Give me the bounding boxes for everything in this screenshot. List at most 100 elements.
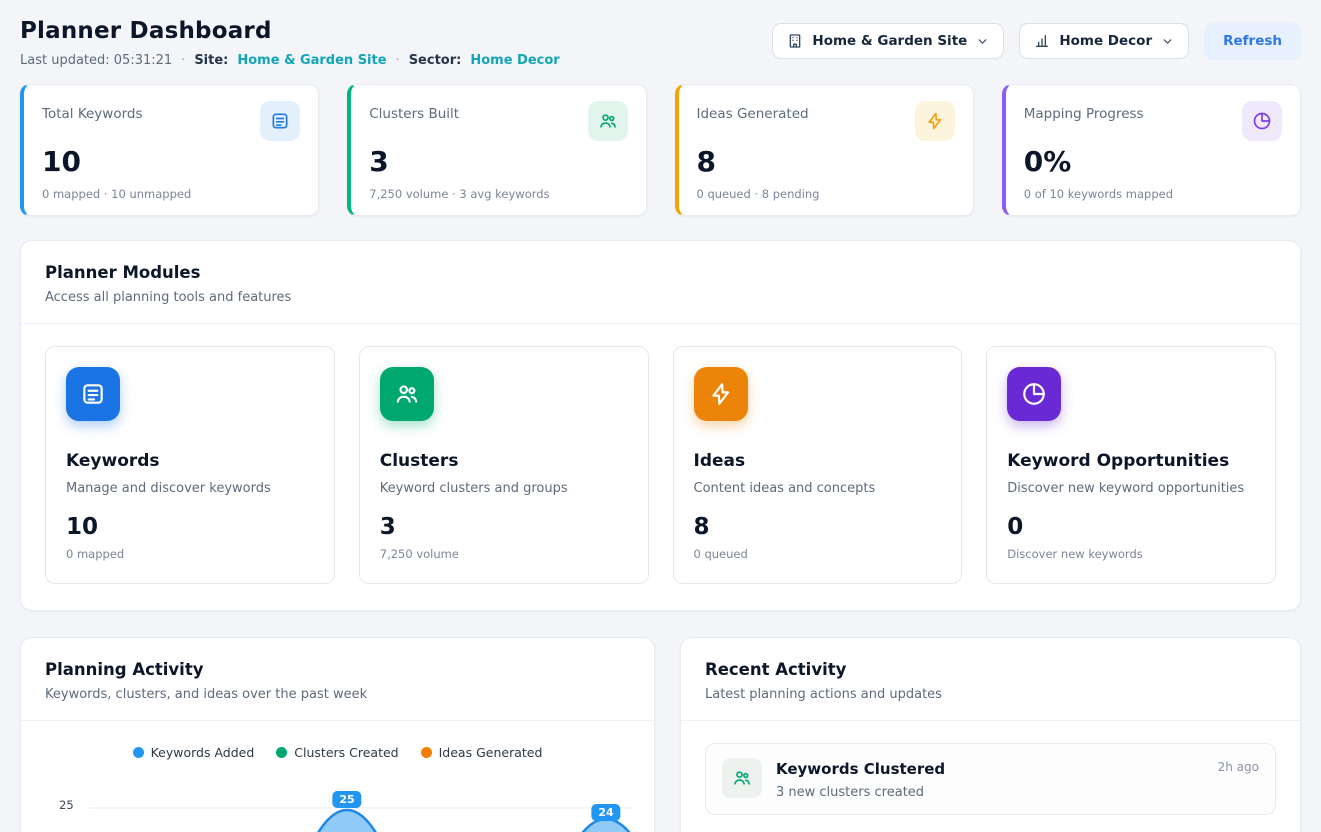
stat-card-ideas-generated: Ideas Generated 8 0 queued · 8 pending (675, 84, 974, 216)
module-detail: 0 queued (694, 547, 942, 561)
users-icon (588, 101, 628, 141)
modules-grid: Keywords Manage and discover keywords 10… (21, 324, 1300, 584)
activity-description: 3 new clusters created (776, 785, 945, 800)
module-detail: Discover new keywords (1007, 547, 1255, 561)
header-meta: Last updated: 05:31:21 · Site: Home & Ga… (20, 53, 560, 68)
stat-detail: 0 mapped · 10 unmapped (42, 187, 300, 201)
stat-detail: 7,250 volume · 3 avg keywords (369, 187, 627, 201)
y-axis-tick-label: 25 (59, 798, 74, 812)
panel-title: Planning Activity (45, 660, 630, 679)
planning-activity-chart: 25 25 24 (45, 778, 630, 832)
stat-value: 8 (697, 145, 955, 178)
stats-row: Total Keywords 10 0 mapped · 10 unmapped… (20, 84, 1301, 216)
recent-activity-header: Recent Activity Latest planning actions … (681, 638, 1300, 721)
data-point-label: 25 (332, 791, 361, 808)
section-subtitle: Access all planning tools and features (45, 290, 1276, 305)
module-description: Content ideas and concepts (694, 481, 942, 496)
module-card-ideas[interactable]: Ideas Content ideas and concepts 8 0 que… (673, 346, 963, 584)
legend-dot-orange (421, 747, 432, 758)
stat-card-mapping-progress: Mapping Progress 0% 0 of 10 keywords map… (1002, 84, 1301, 216)
stat-label: Total Keywords (42, 106, 143, 122)
sector-selector-dropdown[interactable]: Home Decor (1019, 23, 1189, 59)
panel-subtitle: Keywords, clusters, and ideas over the p… (45, 687, 630, 702)
bolt-icon (694, 367, 748, 421)
module-title: Clusters (380, 451, 628, 471)
module-detail: 0 mapped (66, 547, 314, 561)
chart-legend: Keywords Added Clusters Created Ideas Ge… (45, 721, 630, 760)
stat-detail: 0 queued · 8 pending (697, 187, 955, 201)
header-controls: Home & Garden Site Home Decor Refresh (772, 18, 1301, 60)
module-card-keywords[interactable]: Keywords Manage and discover keywords 10… (45, 346, 335, 584)
pie-chart-icon (1007, 367, 1061, 421)
module-value: 3 (380, 514, 628, 540)
stat-value: 3 (369, 145, 627, 178)
bar-chart-icon (1034, 33, 1050, 49)
panel-subtitle: Latest planning actions and updates (705, 687, 1276, 702)
chevron-down-icon (976, 34, 989, 48)
sector-label: Sector: (409, 53, 462, 68)
module-card-clusters[interactable]: Clusters Keyword clusters and groups 3 7… (359, 346, 649, 584)
legend-item-clusters-created: Clusters Created (276, 745, 398, 760)
module-detail: 7,250 volume (380, 547, 628, 561)
chevron-down-icon (1161, 34, 1174, 48)
stat-card-total-keywords: Total Keywords 10 0 mapped · 10 unmapped (20, 84, 319, 216)
header: Planner Dashboard Last updated: 05:31:21… (20, 18, 1301, 68)
activity-text: Keywords Clustered 3 new clusters create… (776, 758, 945, 800)
stat-label: Clusters Built (369, 106, 459, 122)
module-description: Manage and discover keywords (66, 481, 314, 496)
module-title: Keywords (66, 451, 314, 471)
document-icon (66, 367, 120, 421)
activity-timestamp: 2h ago (1218, 760, 1259, 774)
module-value: 10 (66, 514, 314, 540)
legend-item-ideas-generated: Ideas Generated (421, 745, 543, 760)
planning-activity-header: Planning Activity Keywords, clusters, an… (21, 638, 654, 721)
planning-activity-panel: Planning Activity Keywords, clusters, an… (20, 637, 655, 832)
users-icon (722, 758, 762, 798)
document-icon (260, 101, 300, 141)
legend-label: Keywords Added (151, 745, 255, 760)
module-title: Keyword Opportunities (1007, 451, 1255, 471)
building-icon (787, 33, 803, 49)
legend-label: Clusters Created (294, 745, 398, 760)
stat-detail: 0 of 10 keywords mapped (1024, 187, 1282, 201)
legend-item-keywords-added: Keywords Added (133, 745, 255, 760)
panel-title: Recent Activity (705, 660, 1276, 679)
recent-activity-panel: Recent Activity Latest planning actions … (680, 637, 1301, 832)
refresh-button[interactable]: Refresh (1204, 22, 1301, 60)
stat-card-clusters-built: Clusters Built 3 7,250 volume · 3 avg ke… (347, 84, 646, 216)
users-icon (380, 367, 434, 421)
sector-link[interactable]: Home Decor (470, 53, 559, 68)
bottom-row: Planning Activity Keywords, clusters, an… (20, 637, 1301, 832)
module-value: 8 (694, 514, 942, 540)
header-left: Planner Dashboard Last updated: 05:31:21… (20, 18, 560, 68)
module-card-keyword-opportunities[interactable]: Keyword Opportunities Discover new keywo… (986, 346, 1276, 584)
module-description: Discover new keyword opportunities (1007, 481, 1255, 496)
planner-modules-section: Planner Modules Access all planning tool… (20, 240, 1301, 611)
planner-dashboard-page: Planner Dashboard Last updated: 05:31:21… (0, 0, 1321, 832)
legend-dot-green (276, 747, 287, 758)
separator-dot: · (396, 53, 400, 68)
site-link[interactable]: Home & Garden Site (237, 53, 386, 68)
stat-value: 10 (42, 145, 300, 178)
data-point-label: 24 (591, 804, 620, 821)
stat-label: Ideas Generated (697, 106, 809, 122)
activity-item-keywords-clustered[interactable]: Keywords Clustered 3 new clusters create… (705, 743, 1276, 815)
pie-chart-icon (1242, 101, 1282, 141)
bolt-icon (915, 101, 955, 141)
planning-activity-body: Keywords Added Clusters Created Ideas Ge… (21, 721, 654, 832)
module-description: Keyword clusters and groups (380, 481, 628, 496)
site-label: Site: (194, 53, 228, 68)
planner-modules-header: Planner Modules Access all planning tool… (21, 241, 1300, 324)
stat-value: 0% (1024, 145, 1282, 178)
site-selector-dropdown[interactable]: Home & Garden Site (772, 23, 1004, 59)
module-title: Ideas (694, 451, 942, 471)
separator-dot: · (181, 53, 185, 68)
stat-label: Mapping Progress (1024, 106, 1144, 122)
last-updated-text: Last updated: 05:31:21 (20, 53, 172, 68)
sector-selector-value: Home Decor (1059, 33, 1152, 49)
legend-label: Ideas Generated (439, 745, 543, 760)
site-selector-value: Home & Garden Site (812, 33, 967, 49)
activity-title: Keywords Clustered (776, 760, 945, 778)
recent-activity-body: Keywords Clustered 3 new clusters create… (681, 721, 1300, 832)
page-title: Planner Dashboard (20, 18, 560, 44)
